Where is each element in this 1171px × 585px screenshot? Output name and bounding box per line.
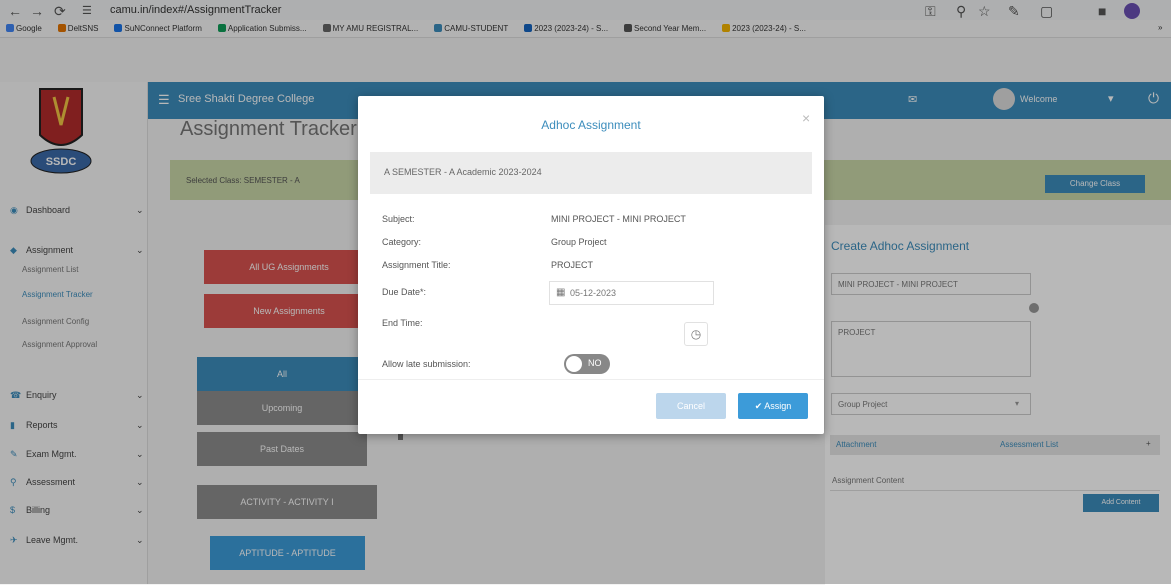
toggle-knob <box>566 356 582 372</box>
category-label: Category: <box>382 237 422 247</box>
end-time-label: End Time: <box>382 318 423 328</box>
late-submission-label: Allow late submission: <box>382 359 471 369</box>
assignment-title-label: Assignment Title: <box>382 260 451 270</box>
subject-label: Subject: <box>382 214 415 224</box>
modal-title: Adhoc Assignment <box>541 118 641 132</box>
class-banner-text: A SEMESTER - A Academic 2023-2024 <box>384 167 542 177</box>
calendar-icon: ▦ <box>556 287 566 298</box>
subject-value: MINI PROJECT - MINI PROJECT <box>551 214 686 224</box>
footer-divider <box>358 379 824 380</box>
assign-label: Assign <box>764 401 792 411</box>
assignment-title-value: PROJECT <box>551 260 594 270</box>
assign-button[interactable]: ✔ Assign <box>738 393 808 419</box>
toggle-label: NO <box>588 358 602 368</box>
class-banner: A SEMESTER - A Academic 2023-2024 <box>370 152 812 194</box>
adhoc-assignment-modal: Adhoc Assignment × A SEMESTER - A Academ… <box>358 96 824 434</box>
due-date-input[interactable]: ▦ 05-12-2023 <box>549 281 714 305</box>
due-date-value: 05-12-2023 <box>570 288 617 298</box>
close-icon[interactable]: × <box>802 110 810 126</box>
due-date-label: Due Date*: <box>382 287 427 297</box>
cancel-button[interactable]: Cancel <box>656 393 726 419</box>
category-value: Group Project <box>551 237 607 247</box>
late-submission-toggle[interactable]: NO <box>564 354 610 374</box>
clock-icon[interactable]: ◷ <box>684 322 708 346</box>
